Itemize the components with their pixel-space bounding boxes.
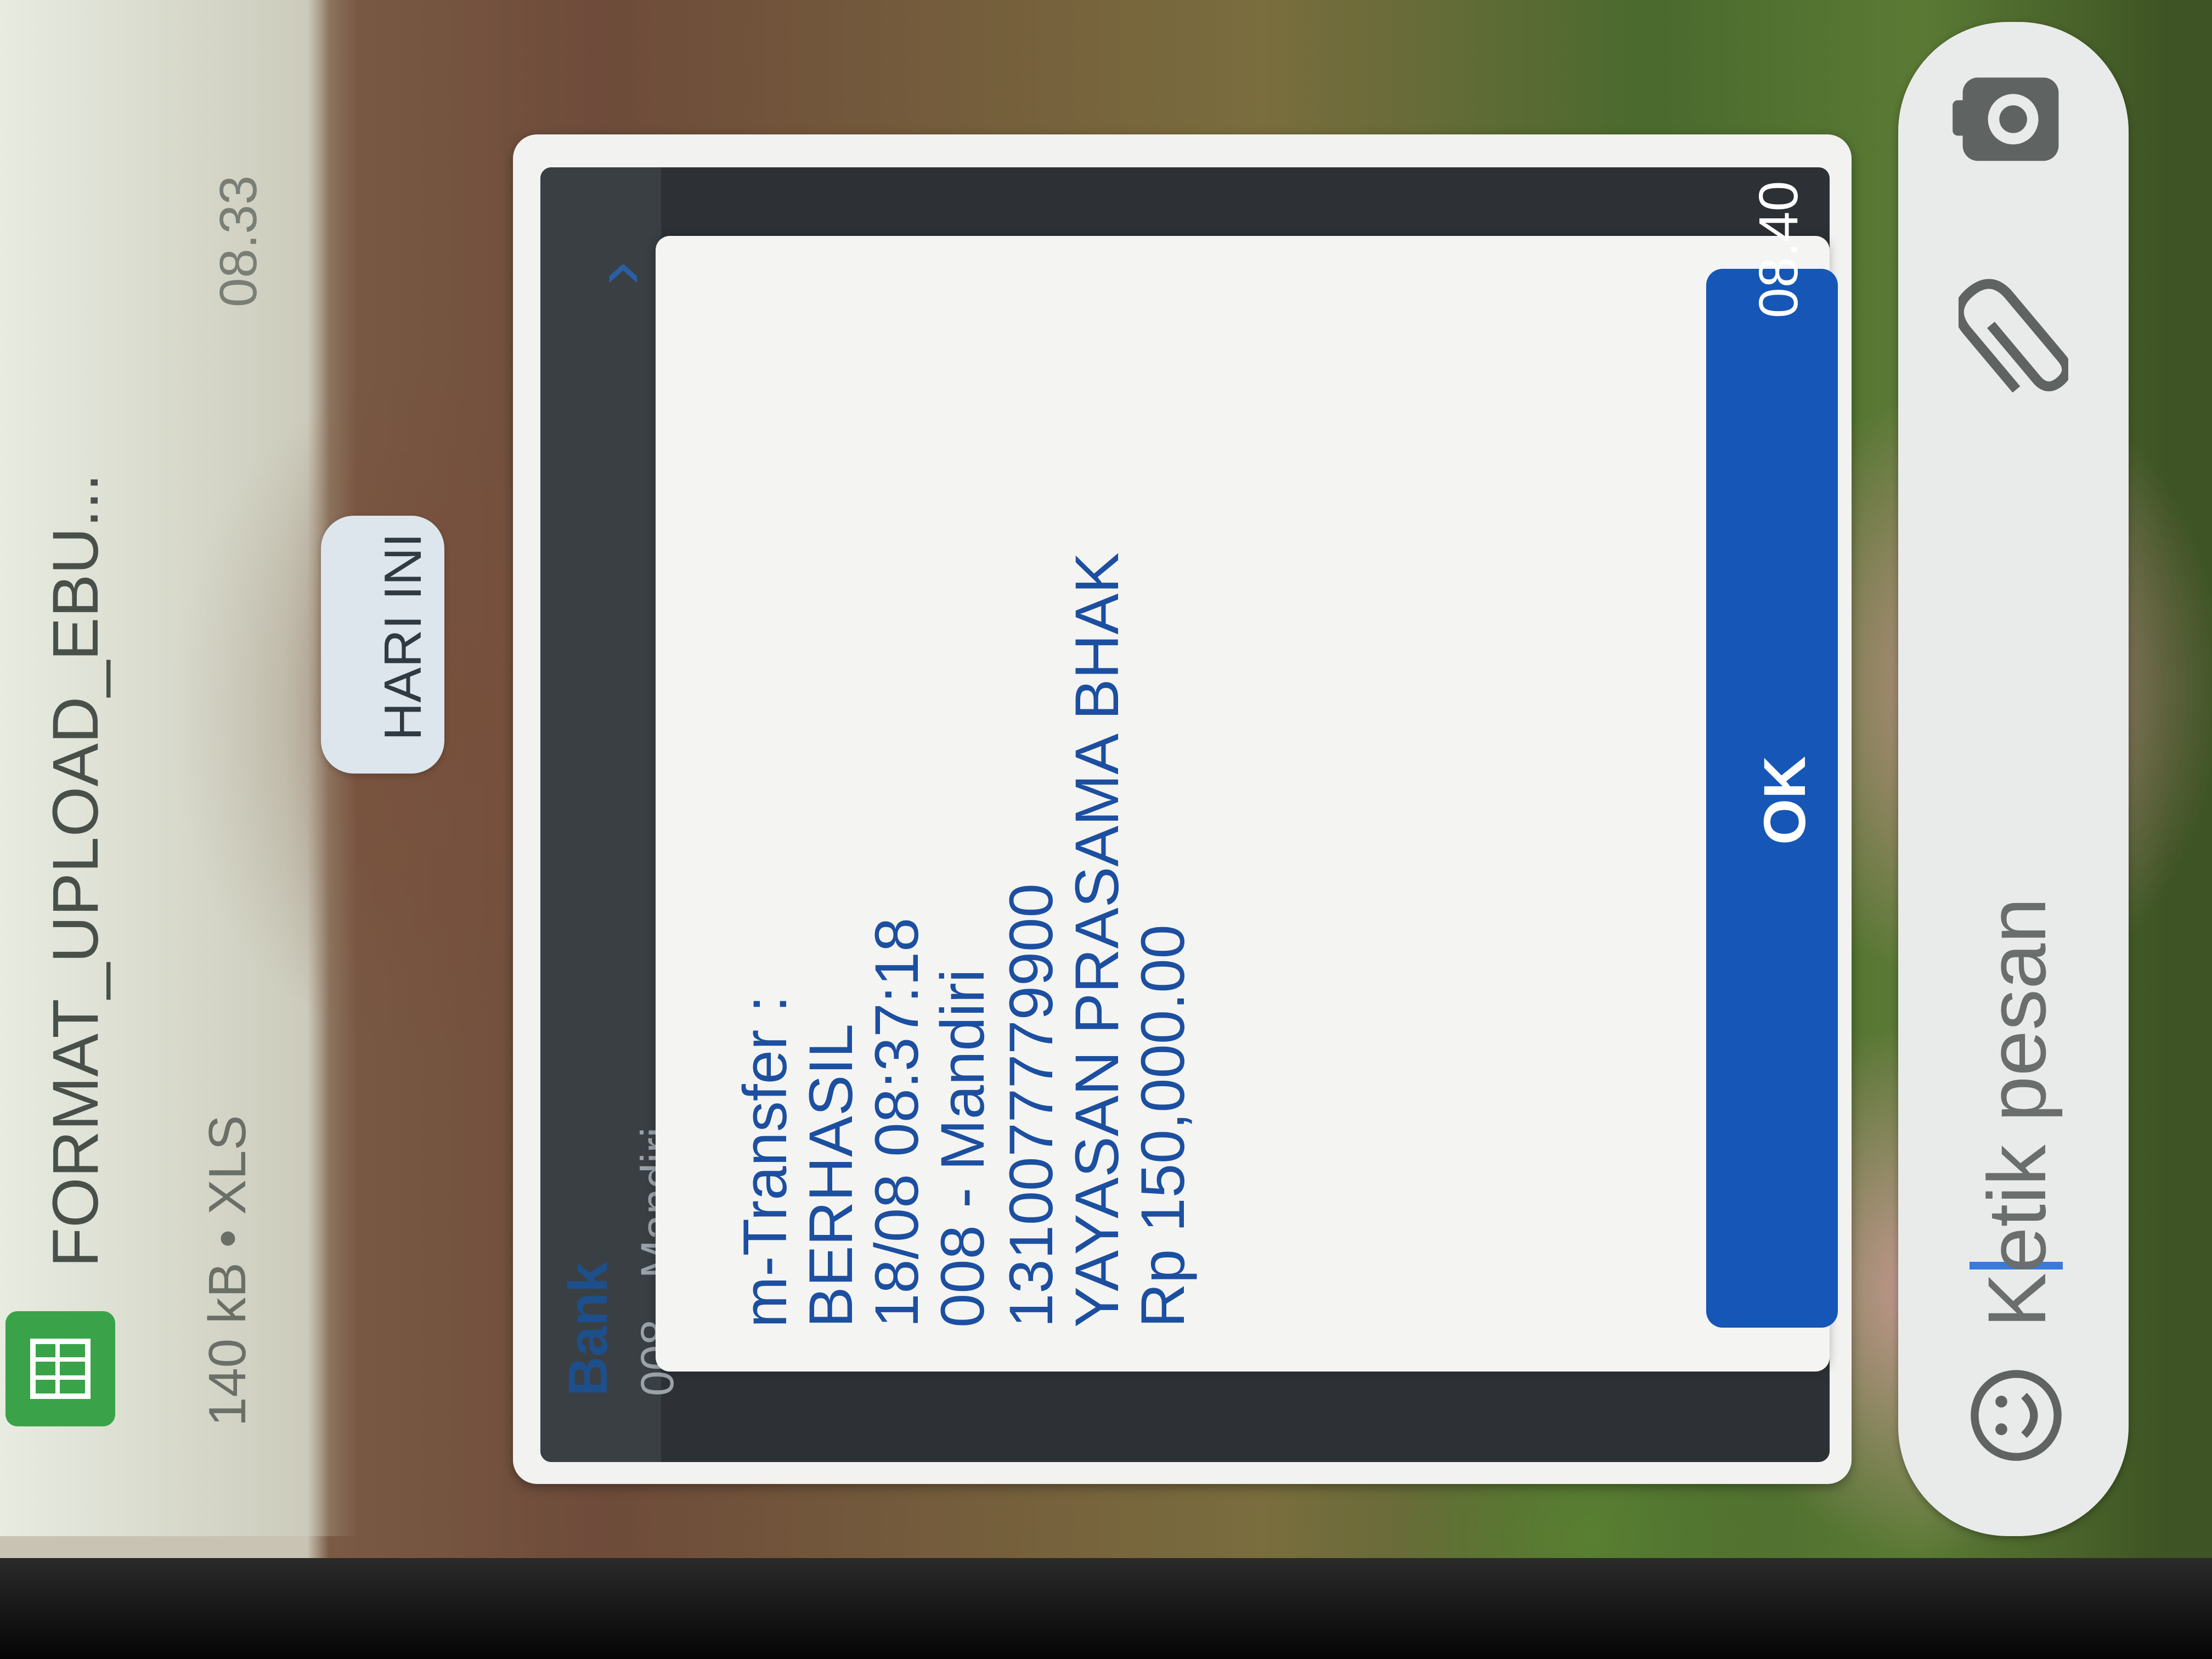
camera-icon[interactable] [1948, 55, 2074, 181]
emoji-icon[interactable] [1967, 1366, 2066, 1465]
spreadsheet-icon [5, 1311, 115, 1426]
file-name: FORMAT_UPLOAD_EBU... [40, 473, 112, 1267]
file-message-bubble[interactable]: FORMAT_UPLOAD_EBU... 140 kB • XLS 08.33 [0, 0, 307, 1492]
chat-wallpaper: FORMAT_UPLOAD_EBU... 140 kB • XLS 08.33 … [0, 0, 2212, 1659]
dialog-line-amount: Rp 150,000.00 [1128, 924, 1197, 1328]
file-meta: 140 kB • XLS [198, 1115, 257, 1426]
message-input[interactable]: Ketik pesan [1970, 898, 2064, 1328]
attach-icon[interactable] [1959, 258, 2068, 411]
phone-bezel [0, 1558, 2212, 1659]
chevron-right-icon: › [577, 261, 657, 285]
dialog-line-datetime: 18/08 08:37:18 [862, 917, 931, 1328]
dialog-line-recipient: YAYASAN PRASAMA BHAK [1063, 552, 1131, 1328]
message-time: 08.33 [209, 175, 268, 307]
dialog-line-bank: 008 - Mandiri [928, 969, 997, 1328]
dialog-line-title: m-Transfer : [731, 995, 799, 1328]
screenshot-bank-label: Bank [557, 1262, 619, 1396]
ok-button-label: OK [1751, 756, 1818, 845]
date-divider-label: HARI INI [374, 533, 432, 741]
dialog-line-account: 1310077779900 [997, 883, 1065, 1328]
dialog-line-status: BERHASIL [797, 1024, 865, 1328]
message-time: 08.40 [1748, 180, 1809, 318]
